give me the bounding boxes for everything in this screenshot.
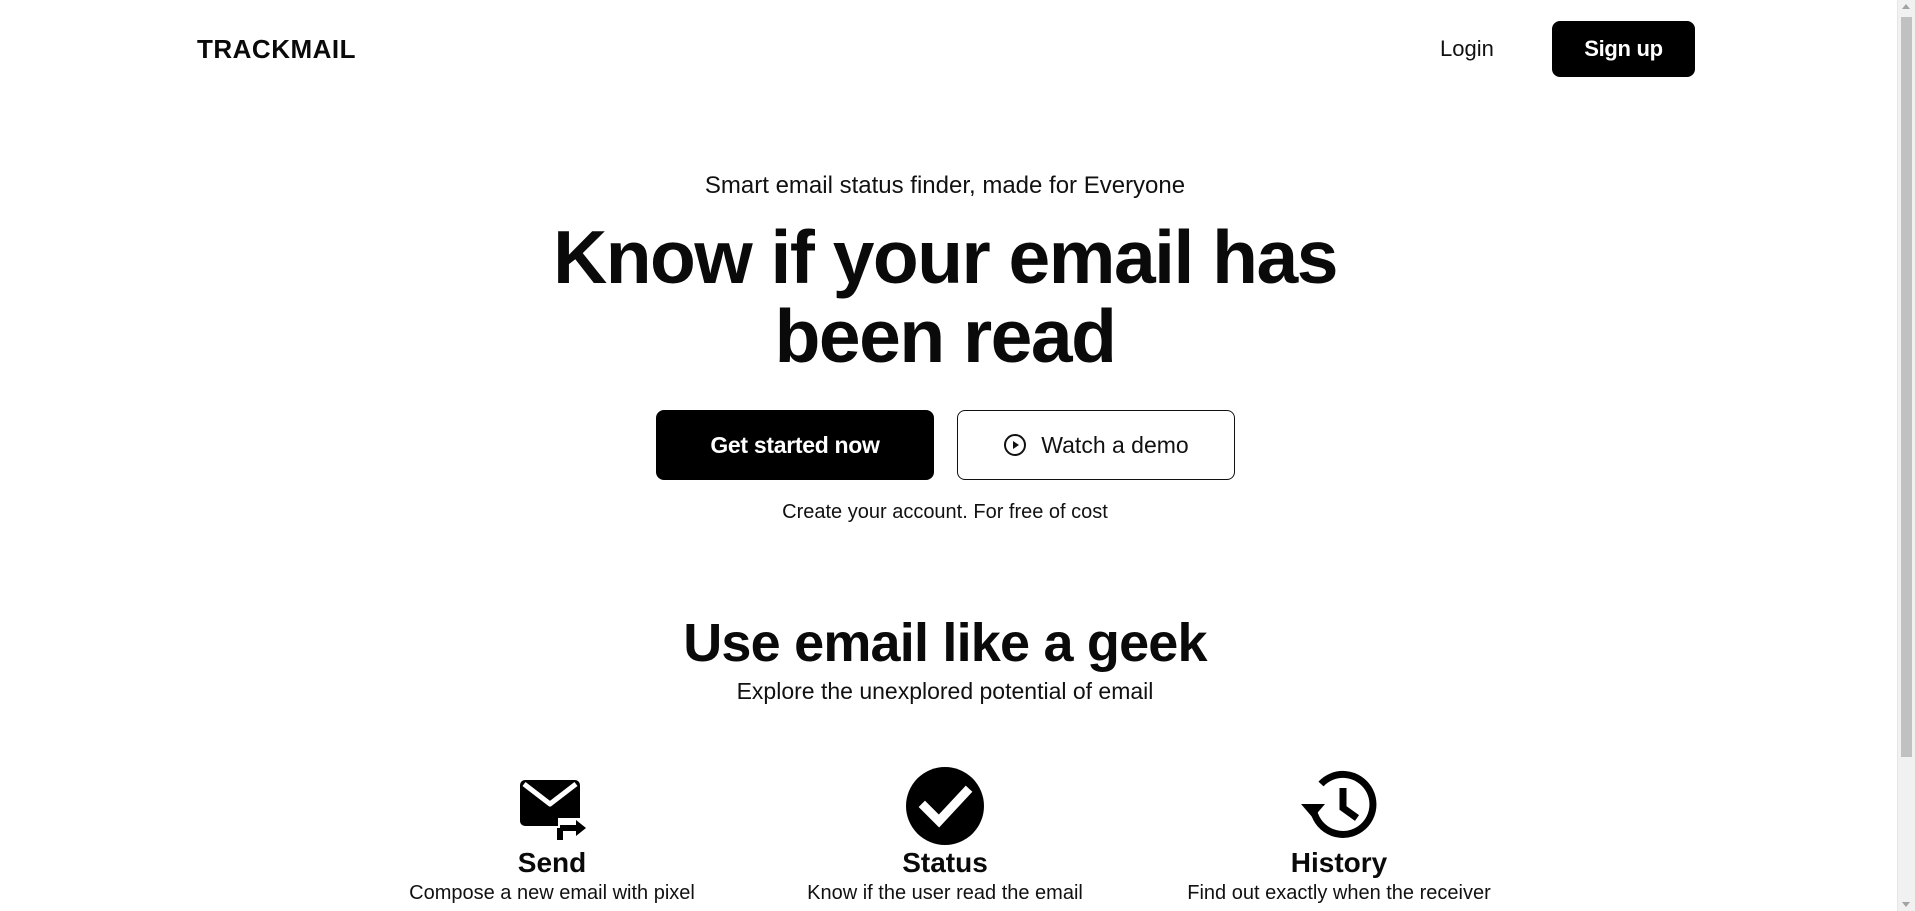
feature-send: Send Compose a new email with pixel [372, 766, 732, 905]
get-started-button[interactable]: Get started now [656, 410, 934, 480]
feature-history: History Find out exactly when the receiv… [1159, 766, 1519, 905]
watch-demo-label: Watch a demo [1041, 431, 1189, 458]
hero-note: Create your account. For free of cost [782, 501, 1108, 523]
feature-history-desc: Find out exactly when the receiver [1187, 882, 1491, 904]
scroll-thumb[interactable] [1901, 17, 1912, 757]
feature-send-title: Send [517, 847, 587, 878]
signup-button[interactable]: Sign up [1552, 21, 1695, 77]
feature-send-desc: Compose a new email with pixel [409, 882, 695, 904]
hero-eyebrow: Smart email status finder, made for Ever… [704, 172, 1186, 199]
scroll-down-icon[interactable] [1902, 902, 1910, 907]
login-link[interactable]: Login [1440, 36, 1494, 62]
check-circle-icon [906, 767, 984, 845]
play-circle-icon [1004, 434, 1027, 456]
feature-status: Status Know if the user read the email [765, 766, 1125, 905]
send-mail-icon [520, 780, 586, 840]
brand-logo[interactable]: TRACKMAIL [197, 34, 356, 65]
hero-title-line-1: Know if your email has [553, 215, 1338, 299]
watch-demo-button[interactable]: Watch a demo [957, 410, 1235, 480]
section-title: Use email like a geek [683, 613, 1207, 673]
history-icon [1301, 771, 1377, 838]
feature-status-desc: Know if the user read the email [807, 882, 1083, 904]
page-scrollbar[interactable] [1897, 0, 1915, 911]
feature-history-title: History [1290, 847, 1388, 878]
hero-title: Know if your email has been read [0, 218, 1890, 376]
hero-title-line-2: been read [774, 294, 1117, 378]
landing-page: TRACKMAIL Login Sign up Smart email stat… [0, 0, 1915, 911]
scroll-up-icon[interactable] [1902, 4, 1910, 9]
section-subtitle: Explore the unexplored potential of emai… [736, 678, 1154, 704]
feature-status-title: Status [902, 847, 988, 878]
